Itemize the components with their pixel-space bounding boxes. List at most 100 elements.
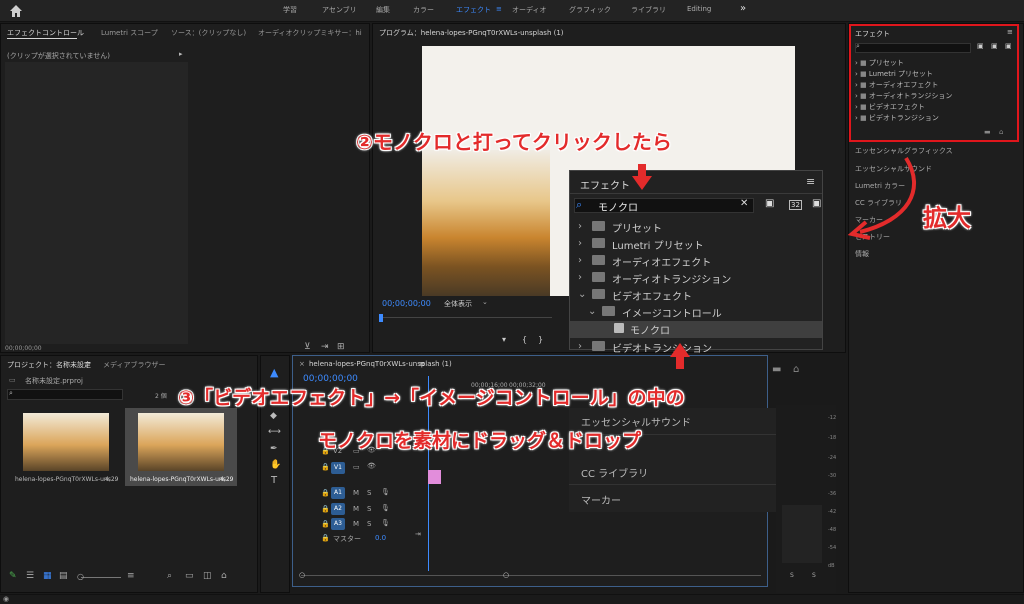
effects-item-audio-transitions[interactable]: › ■ オーディオトランジション [855, 91, 952, 101]
export-icon[interactable]: ⇥ [321, 342, 329, 352]
effects-item-audio-effects[interactable]: › ■ オーディオエフェクト [855, 80, 938, 90]
zoom-row-audio-transitions[interactable]: › オーディオトランジション [570, 270, 822, 287]
program-scrubber[interactable] [380, 317, 552, 327]
lock-icon[interactable]: 🔒 [321, 489, 330, 497]
new-item-icon[interactable]: ◫ [203, 571, 212, 581]
program-title[interactable]: プログラム：helena-lopes-PGnqT0rXWLs-unsplash … [379, 28, 564, 38]
freeform-view-icon[interactable]: ▤ [59, 571, 68, 581]
zoom-row-image-control[interactable]: ⌄ イメージコントロール [570, 304, 822, 321]
zoom-row-video-transitions[interactable]: › ビデオトランジション [570, 339, 822, 356]
zoom-row-lumetri-presets[interactable]: › Lumetri プリセット [570, 236, 822, 253]
icon-view-icon[interactable]: ▦ [43, 571, 52, 581]
filter-icon[interactable]: ⊻ [304, 342, 311, 352]
panel-menu-icon[interactable]: ≡ [419, 360, 425, 368]
32bit-effects-icon[interactable]: 32 [789, 200, 802, 210]
solo-button[interactable]: S [790, 572, 794, 579]
track-label-m[interactable]: M [353, 505, 359, 513]
workspace-tab-editing[interactable]: Editing [687, 5, 711, 13]
zoom-slider[interactable] [81, 577, 121, 578]
out-point-icon[interactable]: } [538, 335, 543, 344]
track-target-a1[interactable]: A1 [331, 487, 345, 499]
close-icon[interactable]: × [299, 360, 305, 368]
trash-icon[interactable]: ⌂ [793, 364, 799, 375]
yuv-effects-icon[interactable]: ▣ [812, 198, 821, 209]
eye-icon[interactable]: 👁 [367, 462, 376, 470]
program-timecode[interactable]: 00;00;00;00 [382, 299, 431, 308]
sort-icon[interactable]: ≡ [127, 571, 135, 581]
workspace-tab-audio[interactable]: オーディオ [512, 5, 547, 15]
panel-menu-icon[interactable]: ≡ [1007, 28, 1013, 36]
chevron-down-icon[interactable]: ⌄ [482, 298, 488, 306]
marker-icon[interactable]: ▾ [502, 335, 506, 344]
clear-search-icon[interactable]: ✕ [740, 198, 748, 209]
tab-media-browser[interactable]: メディアブラウザー [103, 360, 166, 370]
list-view-icon[interactable]: ☰ [26, 571, 34, 581]
tab-lumetri-scopes[interactable]: Lumetri スコープ [101, 28, 158, 38]
effects-item-presets[interactable]: › ■ プリセット [855, 58, 904, 68]
tab-effect-controls[interactable]: エフェクトコントロール [7, 28, 84, 38]
32bit-effects-icon[interactable]: ▣ [991, 42, 998, 50]
sequence-tab[interactable]: helena-lopes-PGnqT0rXWLs-unsplash (1) [309, 360, 452, 368]
zoom-row-presets[interactable]: › プリセット [570, 219, 822, 236]
panel-info[interactable]: 情報 [855, 249, 869, 259]
mic-icon[interactable]: 🎙 [381, 488, 390, 496]
more-workspaces-icon[interactable]: » [740, 3, 746, 14]
pen-tool-icon[interactable]: ✒ [270, 444, 278, 454]
panel-markers-zoom[interactable]: マーカー [581, 492, 621, 507]
video-clip[interactable] [428, 470, 441, 484]
accelerated-effects-icon[interactable]: ▣ [977, 42, 984, 50]
solo-button[interactable]: S [812, 572, 816, 579]
new-bin-icon[interactable]: ▬ [772, 364, 781, 375]
zoom-row-audio-effects[interactable]: › オーディオエフェクト [570, 253, 822, 270]
workspace-menu-icon[interactable]: ≡ [496, 5, 502, 13]
project-search-input[interactable] [7, 389, 123, 400]
effects-item-video-transitions[interactable]: › ■ ビデオトランジション [855, 113, 939, 123]
workspace-tab-color[interactable]: カラー [413, 5, 434, 15]
trash-icon[interactable]: ⌂ [221, 571, 227, 581]
workspace-tab-learning[interactable]: 学習 [283, 5, 297, 15]
yuv-effects-icon[interactable]: ▣ [1005, 42, 1012, 50]
scroll-handle-icon[interactable]: ○ [299, 571, 305, 579]
zoom-row-video-effects[interactable]: ⌄ ビデオエフェクト [570, 287, 822, 304]
search-value[interactable]: モノクロ [598, 199, 638, 214]
tab-audio-clip-mixer[interactable]: オーディオクリップミキサー：hi [258, 28, 362, 38]
accelerated-effects-icon[interactable]: ▣ [765, 198, 774, 209]
master-volume[interactable]: 0.0 [375, 534, 386, 542]
save-icon[interactable]: ⊞ [337, 342, 345, 352]
mic-icon[interactable]: 🎙 [381, 519, 390, 527]
play-arrow-icon[interactable]: ▸ [179, 50, 183, 58]
workspace-tab-graphics[interactable]: グラフィック [569, 5, 611, 15]
tab-project[interactable]: プロジェクト：名称未設定 [7, 360, 91, 370]
panel-cc-libraries-zoom[interactable]: CC ライブラリ [581, 465, 648, 480]
lock-icon[interactable]: 🔒 [321, 463, 330, 471]
track-label-s[interactable]: S [367, 505, 371, 513]
go-to-end-icon[interactable]: ⇥ [415, 530, 421, 538]
lock-icon[interactable]: 🔒 [321, 520, 330, 528]
effects-item-video-effects[interactable]: › ■ ビデオエフェクト [855, 102, 925, 112]
in-point-icon[interactable]: { [522, 335, 527, 344]
panel-menu-icon[interactable]: ≡ [806, 175, 815, 188]
effects-search-field[interactable] [855, 43, 971, 53]
type-tool-icon[interactable]: T [271, 475, 277, 486]
pencil-icon[interactable]: ✎ [9, 571, 17, 581]
slip-tool-icon[interactable]: ⟷ [268, 427, 281, 437]
selection-tool-icon[interactable]: ▲ [270, 366, 278, 379]
track-label-s[interactable]: S [367, 520, 371, 528]
track-label-s[interactable]: S [367, 489, 371, 497]
effects-item-lumetri-presets[interactable]: › ■ Lumetri プリセット [855, 69, 933, 79]
find-icon[interactable]: ⌕ [167, 571, 172, 581]
track-label-m[interactable]: M [353, 489, 359, 497]
new-bin-icon[interactable]: ▭ [185, 571, 194, 581]
fit-dropdown[interactable]: 全体表示 [444, 299, 472, 309]
panel-menu-icon[interactable]: ≡ [85, 360, 91, 368]
track-target-a3[interactable]: A3 [331, 518, 345, 530]
tab-source[interactable]: ソース：(クリップなし) [171, 28, 246, 38]
trash-icon[interactable]: ⌂ [999, 128, 1003, 136]
razor-tool-icon[interactable]: ◆ [270, 411, 277, 421]
lock-icon[interactable]: 🔒 [321, 505, 330, 513]
timeline-scrollbar[interactable] [301, 575, 761, 576]
project-thumbnail[interactable] [23, 413, 109, 471]
track-target-a2[interactable]: A2 [331, 503, 345, 515]
workspace-tab-libraries[interactable]: ライブラリ [631, 5, 666, 15]
track-output-icon[interactable]: ▭ [353, 463, 360, 471]
